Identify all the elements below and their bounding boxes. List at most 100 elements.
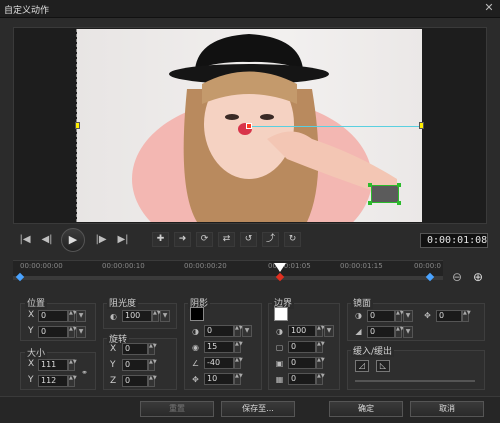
rotation-x-input[interactable]: 0: [122, 343, 148, 355]
zoom-in-icon[interactable]: ⊕: [473, 270, 483, 284]
close-icon[interactable]: ✕: [483, 2, 495, 14]
shadow-angle-stepper[interactable]: ▲▼: [234, 357, 243, 369]
position-y-dropdown[interactable]: ▼: [76, 326, 86, 338]
save-to-button[interactable]: 保存至...: [221, 401, 295, 417]
opacity-input[interactable]: 100: [122, 310, 152, 322]
border-corner-stepper[interactable]: ▲▼: [316, 357, 325, 369]
prev-keyframe-button[interactable]: ↺: [240, 232, 257, 247]
fade-out-icon[interactable]: ◺: [376, 360, 390, 372]
rotation-z-stepper[interactable]: ▲▼: [148, 375, 157, 387]
mirror-opacity-dropdown[interactable]: ▼: [403, 310, 413, 322]
fade-in-icon[interactable]: ◿: [355, 360, 369, 372]
next-keyframe-button[interactable]: ⤴: [262, 232, 279, 247]
go-to-end-button[interactable]: ▶|: [114, 232, 132, 248]
position-x-stepper[interactable]: ▲▼: [68, 310, 77, 322]
border-opacity-input[interactable]: 100: [288, 325, 316, 337]
fade-slider[interactable]: [355, 380, 475, 382]
rotation-y-input[interactable]: 0: [122, 359, 148, 371]
ok-button[interactable]: 确定: [329, 401, 403, 417]
size-x-label: X: [28, 359, 35, 369]
window-title: 自定义动作: [4, 6, 50, 16]
path-start-point[interactable]: [246, 123, 252, 129]
border-opacity-dropdown[interactable]: ▼: [324, 325, 334, 337]
border-soft-icon: ▦: [275, 375, 284, 384]
object-corner-handle[interactable]: [397, 183, 401, 187]
rotate-keyframe-button[interactable]: ⟳: [196, 232, 213, 247]
add-keyframe-button[interactable]: ✚: [152, 232, 169, 247]
position-y-input[interactable]: 0: [38, 326, 68, 338]
shadow-distance-icon: ✥: [192, 375, 199, 384]
shadow-angle-input[interactable]: -40: [204, 357, 234, 369]
shadow-distance-input[interactable]: 10: [204, 373, 234, 385]
swap-keyframe-button[interactable]: ⇄: [218, 232, 235, 247]
mirror-offset-input[interactable]: 0: [436, 310, 462, 322]
shadow-color-swatch[interactable]: [190, 307, 204, 321]
shadow-blur-input[interactable]: 15: [204, 341, 234, 353]
opacity-stepper[interactable]: ▲▼: [152, 310, 161, 322]
mirror-fade-dropdown[interactable]: ▼: [403, 326, 413, 338]
border-soft-stepper[interactable]: ▲▼: [316, 373, 325, 385]
size-y-label: Y: [28, 375, 34, 385]
object-corner-handle[interactable]: [368, 201, 372, 205]
keyframe-track[interactable]: [13, 276, 443, 280]
border-width-stepper[interactable]: ▲▼: [316, 341, 325, 353]
mirror-fade-stepper[interactable]: ▲▼: [395, 326, 404, 338]
position-x-input[interactable]: 0: [38, 310, 68, 322]
zoom-out-icon[interactable]: ⊖: [452, 270, 462, 284]
motion-path-line: [250, 126, 420, 127]
mirror-offset-icon: ✥: [424, 311, 431, 320]
rotation-y-stepper[interactable]: ▲▼: [148, 359, 157, 371]
border-corner-input[interactable]: 0: [288, 357, 316, 369]
shadow-angle-icon: ∠: [191, 359, 200, 368]
shadow-blur-stepper[interactable]: ▲▼: [234, 341, 243, 353]
previous-frame-button[interactable]: ◀|: [38, 232, 56, 248]
left-resize-handle[interactable]: [75, 122, 80, 129]
ruler-tick-label: 00:00:00:10: [102, 262, 145, 270]
right-resize-handle[interactable]: [419, 122, 424, 129]
shadow-blur-icon: ◉: [192, 343, 199, 352]
timecode-display[interactable]: 0:00:01:08: [420, 233, 488, 248]
shadow-opacity-stepper[interactable]: ▲▼: [234, 325, 243, 337]
position-y-label: Y: [28, 326, 34, 336]
shadow-opacity-dropdown[interactable]: ▼: [242, 325, 252, 337]
ruler-tick-label: 00:00:0: [414, 262, 441, 270]
position-y-stepper[interactable]: ▲▼: [68, 326, 77, 338]
go-to-start-button[interactable]: |◀: [16, 232, 34, 248]
border-corner-icon: ▣: [275, 359, 284, 368]
overlay-object-box[interactable]: [371, 185, 399, 203]
shadow-opacity-icon: ◑: [192, 327, 199, 336]
opacity-dropdown[interactable]: ▼: [160, 310, 170, 322]
cancel-button[interactable]: 取消: [410, 401, 484, 417]
mirror-label: 镜面: [351, 296, 374, 309]
play-button[interactable]: ▶: [61, 228, 85, 252]
reset-button[interactable]: 重置: [140, 401, 214, 417]
rotation-z-label: Z: [110, 376, 117, 386]
reverse-keyframe-button[interactable]: ↻: [284, 232, 301, 247]
rotation-x-label: X: [110, 344, 117, 354]
mirror-fade-icon: ◢: [355, 327, 362, 336]
mirror-offset-stepper[interactable]: ▲▼: [462, 310, 471, 322]
object-corner-handle[interactable]: [397, 201, 401, 205]
shadow-opacity-input[interactable]: 0: [204, 325, 234, 337]
border-color-swatch[interactable]: [274, 307, 288, 321]
mirror-opacity-input[interactable]: 0: [367, 310, 395, 322]
size-y-input[interactable]: 112: [38, 375, 68, 387]
object-corner-handle[interactable]: [368, 183, 372, 187]
move-keyframe-button[interactable]: ➜: [174, 232, 191, 247]
border-width-input[interactable]: 0: [288, 341, 316, 353]
size-x-input[interactable]: 111: [38, 359, 68, 371]
mirror-opacity-stepper[interactable]: ▲▼: [395, 310, 404, 322]
shadow-distance-stepper[interactable]: ▲▼: [234, 373, 243, 385]
ruler-tick-label: 00:00:01:15: [340, 262, 383, 270]
size-y-stepper[interactable]: ▲▼: [68, 375, 77, 387]
link-aspect-icon[interactable]: ⚭: [79, 367, 90, 378]
border-soft-input[interactable]: 0: [288, 373, 316, 385]
rotation-x-stepper[interactable]: ▲▼: [148, 343, 157, 355]
mirror-fade-input[interactable]: 0: [367, 326, 395, 338]
size-x-stepper[interactable]: ▲▼: [68, 359, 77, 371]
position-x-dropdown[interactable]: ▼: [76, 310, 86, 322]
next-frame-button[interactable]: |▶: [92, 232, 110, 248]
title-bar: 自定义动作 ✕: [0, 0, 500, 18]
border-opacity-stepper[interactable]: ▲▼: [316, 325, 325, 337]
rotation-z-input[interactable]: 0: [122, 375, 148, 387]
